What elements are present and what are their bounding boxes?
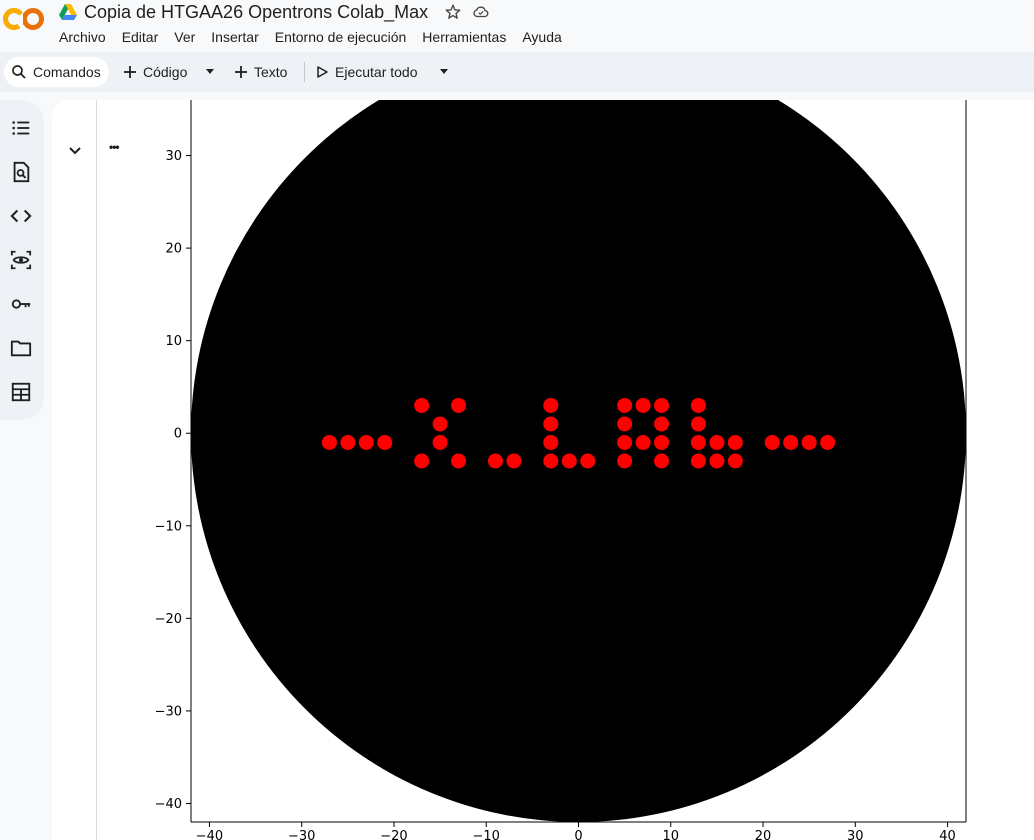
search-icon <box>12 65 26 79</box>
menu-entorno[interactable]: Entorno de ejecución <box>275 29 407 45</box>
data-point <box>451 453 467 469</box>
find-replace-icon[interactable] <box>10 161 32 183</box>
x-tick-label: −20 <box>380 829 407 840</box>
data-point <box>543 453 559 469</box>
plus-icon <box>124 66 136 78</box>
data-point <box>635 397 651 413</box>
data-point <box>432 416 448 432</box>
menu-archivo[interactable]: Archivo <box>59 29 106 45</box>
x-tick-label: 20 <box>755 829 772 840</box>
x-tick-label: −40 <box>196 829 223 840</box>
code-label: Código <box>143 64 188 80</box>
top-bar: Copia de HTGAA26 Opentrons Colab_Max Arc… <box>0 0 1034 52</box>
data-table-icon[interactable] <box>10 381 32 403</box>
data-point <box>340 434 356 450</box>
y-tick-label: 0 <box>174 427 182 442</box>
y-tick-label: 10 <box>165 334 182 349</box>
text-label: Texto <box>254 64 288 80</box>
data-point <box>321 434 337 450</box>
data-point <box>451 397 467 413</box>
add-text-button[interactable]: Texto <box>233 60 287 84</box>
data-point <box>727 434 743 450</box>
data-point <box>690 453 706 469</box>
y-tick-label: −20 <box>155 612 182 627</box>
files-folder-icon[interactable] <box>10 337 32 359</box>
data-point <box>617 416 633 432</box>
data-point <box>654 416 670 432</box>
plus-icon <box>235 66 247 78</box>
y-tick-label: 30 <box>165 149 182 164</box>
run-all-button[interactable]: Ejecutar todo <box>316 60 418 84</box>
data-point <box>690 434 706 450</box>
chevron-down-icon[interactable] <box>204 68 216 76</box>
menu-insertar[interactable]: Insertar <box>211 29 258 45</box>
y-tick-label: 20 <box>165 242 182 257</box>
commands-button[interactable]: Comandos <box>4 57 109 87</box>
data-point <box>764 434 780 450</box>
data-point <box>414 397 430 413</box>
google-drive-icon[interactable] <box>58 3 78 21</box>
data-point <box>709 453 725 469</box>
table-of-contents-icon[interactable] <box>10 117 32 139</box>
title-row: Copia de HTGAA26 Opentrons Colab_Max <box>58 0 490 24</box>
data-point <box>820 434 836 450</box>
play-icon <box>317 66 328 78</box>
data-point <box>543 397 559 413</box>
data-point <box>506 453 522 469</box>
data-point <box>543 434 559 450</box>
notebook-area: ••• −40 −30 −20 −10 0 10 20 30 40 −40 −30 −20 −10 0 10… <box>52 100 1034 840</box>
left-sidebar <box>0 100 44 420</box>
star-icon[interactable] <box>444 3 462 21</box>
scatter-plot: −40 −30 −20 −10 0 10 20 30 40 −40 −30 −20 −10 0 10 20 30 <box>155 100 967 840</box>
data-point <box>432 434 448 450</box>
x-tick-label: 40 <box>939 829 956 840</box>
data-point <box>377 434 393 450</box>
data-point <box>543 416 559 432</box>
y-tick-label: −10 <box>155 519 182 534</box>
data-point <box>654 434 670 450</box>
menu-ayuda[interactable]: Ayuda <box>522 29 561 45</box>
add-code-button[interactable]: Código <box>122 60 187 84</box>
x-tick-label: 10 <box>662 829 679 840</box>
notebook-title[interactable]: Copia de HTGAA26 Opentrons Colab_Max <box>84 2 428 23</box>
data-point <box>709 434 725 450</box>
menu-editar[interactable]: Editar <box>122 29 159 45</box>
secrets-key-icon[interactable] <box>10 293 32 315</box>
menu-bar: Archivo Editar Ver Insertar Entorno de e… <box>59 29 578 45</box>
code-snippets-icon[interactable] <box>10 205 32 227</box>
data-point <box>358 434 374 450</box>
data-point <box>617 434 633 450</box>
data-point <box>617 453 633 469</box>
x-tick-label: −10 <box>473 829 500 840</box>
colab-logo[interactable] <box>3 4 45 34</box>
data-point <box>654 397 670 413</box>
data-point <box>580 453 596 469</box>
data-point <box>727 453 743 469</box>
data-point <box>801 434 817 450</box>
data-point <box>654 453 670 469</box>
x-tick-label: −30 <box>288 829 315 840</box>
x-tick-label: 30 <box>847 829 864 840</box>
run-all-label: Ejecutar todo <box>335 64 418 80</box>
cloud-saved-icon[interactable] <box>472 3 490 21</box>
x-tick-label: 0 <box>574 829 582 840</box>
data-point <box>783 434 799 450</box>
toolbar-divider <box>304 62 305 82</box>
commands-label: Comandos <box>33 64 101 80</box>
data-point <box>690 416 706 432</box>
menu-herramientas[interactable]: Herramientas <box>422 29 506 45</box>
chevron-down-icon[interactable] <box>438 68 450 76</box>
data-point <box>617 397 633 413</box>
menu-ver[interactable]: Ver <box>174 29 195 45</box>
data-point <box>414 453 430 469</box>
data-point <box>635 434 651 450</box>
y-tick-label: −40 <box>155 797 182 812</box>
data-point <box>561 453 577 469</box>
y-tick-label: −30 <box>155 704 182 719</box>
data-point <box>487 453 503 469</box>
plate-circle <box>191 100 966 822</box>
variables-icon[interactable] <box>10 249 32 271</box>
data-point <box>690 397 706 413</box>
toolbar: Comandos Código Texto Ejecutar todo <box>0 52 1034 92</box>
